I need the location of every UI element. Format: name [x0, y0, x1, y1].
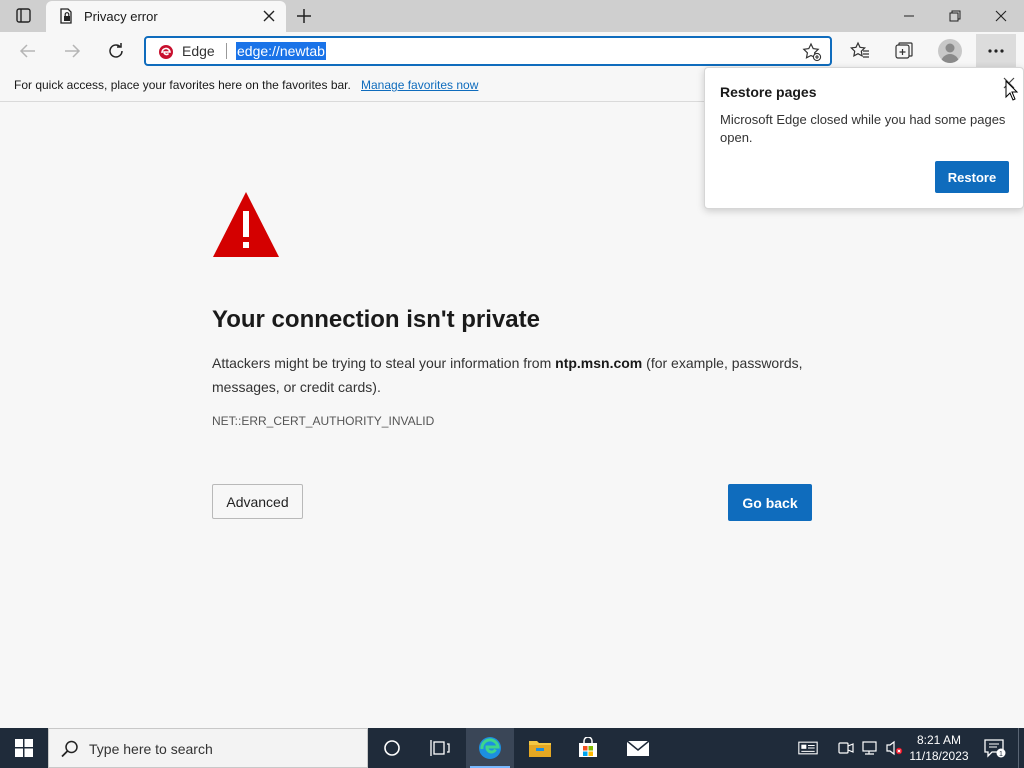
page-lock-icon: [58, 8, 74, 24]
collections-icon[interactable]: [892, 39, 916, 63]
settings-more-button[interactable]: [976, 34, 1016, 68]
network-icon[interactable]: [860, 738, 880, 758]
add-favorite-icon[interactable]: [802, 42, 822, 62]
minimize-button[interactable]: [886, 0, 932, 32]
favorites-icon[interactable]: [848, 39, 872, 63]
warning-icon: [212, 190, 280, 258]
close-window-button[interactable]: [978, 0, 1024, 32]
restore-pages-popup: Restore pages Microsoft Edge closed whil…: [704, 67, 1024, 209]
favorites-bar-hint: For quick access, place your favorites h…: [14, 78, 351, 92]
url-text[interactable]: edge://newtab: [236, 42, 326, 60]
page-heading: Your connection isn't private: [212, 306, 540, 333]
address-bar[interactable]: Edge edge://newtab: [144, 36, 832, 66]
taskbar: Type here to search 8:21 AM 11/18/2023 1: [0, 728, 1024, 768]
taskbar-search-box[interactable]: Type here to search: [48, 728, 368, 768]
toolbar: Edge edge://newtab: [0, 32, 1024, 70]
profile-avatar[interactable]: [938, 39, 962, 63]
mouse-cursor-icon: [1005, 79, 1019, 102]
popup-title: Restore pages: [720, 84, 817, 100]
go-back-button[interactable]: Go back: [728, 484, 812, 521]
desc-text-before: Attackers might be trying to steal your …: [212, 355, 556, 371]
refresh-button[interactable]: [104, 39, 128, 63]
news-widget-icon[interactable]: [798, 738, 818, 758]
tab-close-icon[interactable]: [262, 9, 276, 23]
file-explorer-icon[interactable]: [516, 728, 564, 768]
show-desktop-button[interactable]: [1018, 728, 1024, 768]
manage-favorites-link[interactable]: Manage favorites now: [361, 78, 478, 92]
address-bar-brand: Edge: [182, 43, 215, 59]
store-icon[interactable]: [564, 728, 612, 768]
tab-title: Privacy error: [84, 9, 158, 24]
desc-host: ntp.msn.com: [555, 355, 643, 371]
new-tab-button[interactable]: [294, 6, 314, 26]
taskbar-edge-icon[interactable]: [466, 728, 514, 768]
address-bar-separator: [226, 43, 227, 59]
notifications-icon[interactable]: 1: [980, 728, 1010, 768]
clock-time: 8:21 AM: [916, 733, 962, 747]
popup-message: Microsoft Edge closed while you had some…: [720, 112, 1006, 145]
clock-date: 11/18/2023: [909, 749, 969, 763]
mail-icon[interactable]: [614, 728, 662, 768]
system-clock[interactable]: 8:21 AM 11/18/2023: [906, 732, 972, 764]
restore-button[interactable]: Restore: [935, 161, 1009, 193]
forward-button[interactable]: [60, 39, 84, 63]
notification-count: 1: [999, 751, 1003, 758]
tab-actions-icon[interactable]: [10, 7, 36, 25]
cortana-icon[interactable]: [368, 728, 416, 768]
tab-privacy-error[interactable]: Privacy error: [46, 1, 286, 32]
search-icon: [61, 740, 79, 758]
tab-strip: Privacy error: [0, 0, 1024, 32]
search-placeholder: Type here to search: [89, 741, 213, 757]
volume-muted-icon[interactable]: [884, 738, 904, 758]
start-button[interactable]: [0, 728, 48, 768]
error-description: Attackers might be trying to steal your …: [212, 351, 822, 399]
meet-now-icon[interactable]: [836, 738, 856, 758]
advanced-button[interactable]: Advanced: [212, 484, 303, 519]
back-button[interactable]: [16, 39, 40, 63]
edge-logo-icon: [158, 44, 174, 60]
error-code: NET::ERR_CERT_AUTHORITY_INVALID: [212, 414, 435, 428]
task-view-icon[interactable]: [416, 728, 464, 768]
restore-window-button[interactable]: [932, 0, 978, 32]
